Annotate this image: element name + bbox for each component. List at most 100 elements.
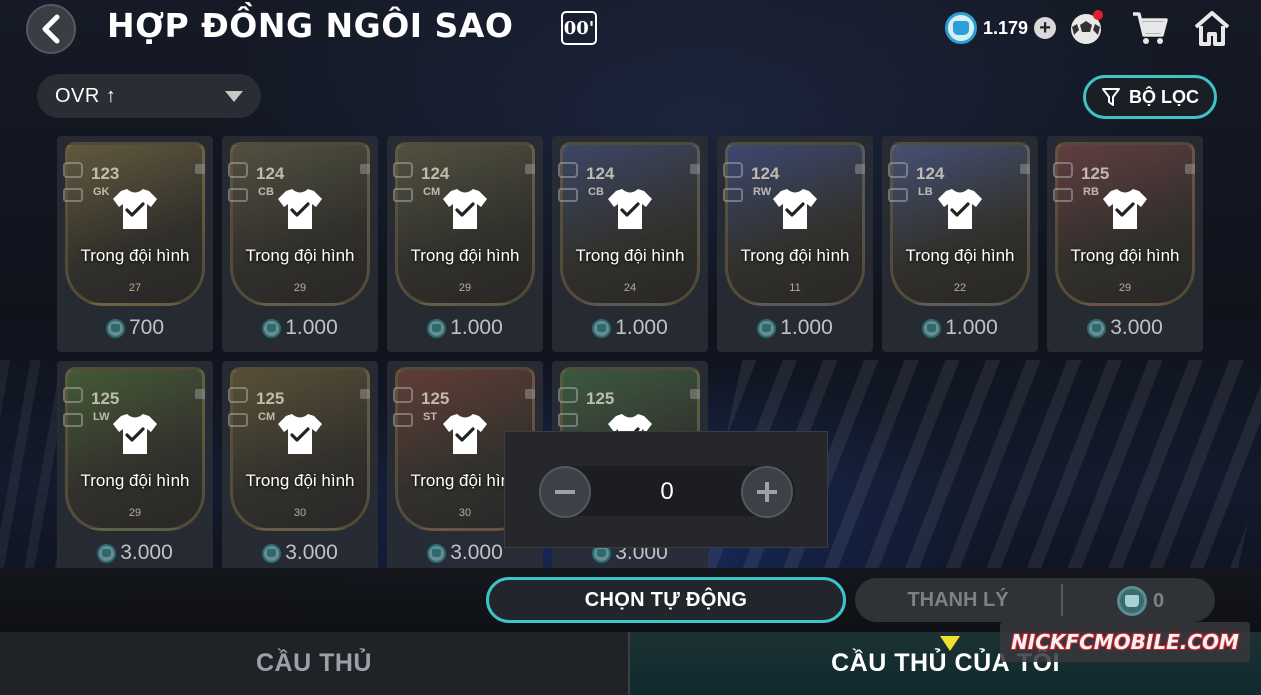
tab-players[interactable]: CẦU THỦ: [0, 632, 628, 695]
card-price-value: 3.000: [120, 541, 173, 564]
sell-button[interactable]: THANH LÝ 0: [855, 578, 1215, 622]
lock-icon: [1020, 164, 1030, 174]
player-rating: 125: [421, 389, 450, 408]
card-price-value: 3.000: [285, 541, 338, 564]
card-type-icon: [228, 162, 248, 178]
card-type-icon: [393, 162, 413, 178]
player-card[interactable]: 124 LB 22 Trong đội hình 1.000: [882, 136, 1038, 352]
card-price: 3.000: [222, 541, 378, 565]
club-badge-icon: [558, 413, 578, 427]
currency-display: 1.179 +: [945, 12, 1057, 44]
player-card[interactable]: 125 LW 29 Trong đội hình 3.000: [57, 361, 213, 577]
player-card[interactable]: 125 RB 29 Trong đội hình 3.000: [1047, 136, 1203, 352]
card-price: 3.000: [1047, 316, 1203, 340]
player-card[interactable]: 124 CB 24 Trong đội hình 1.000: [552, 136, 708, 352]
player-number: 11: [789, 282, 801, 294]
lock-icon: [1185, 164, 1195, 174]
card-price-value: 3.000: [1110, 316, 1163, 339]
card-price: 1.000: [387, 316, 543, 340]
club-badge-icon: [393, 188, 413, 202]
player-card[interactable]: 124 CM 29 Trong đội hình 1.000: [387, 136, 543, 352]
lock-icon: [525, 164, 535, 174]
player-rating: 125: [1081, 164, 1110, 183]
player-position: LB: [918, 186, 933, 198]
title-badge: 00': [561, 11, 597, 45]
sort-label: OVR ↑: [55, 84, 117, 107]
currency-coin-icon: [1117, 586, 1147, 616]
player-card[interactable]: 125 CM 30 Trong đội hình 3.000: [222, 361, 378, 577]
in-squad-shirt-icon: [607, 187, 653, 231]
player-rating: 124: [421, 164, 450, 183]
card-type-icon: [228, 387, 248, 403]
in-squad-shirt-icon: [1102, 187, 1148, 231]
card-type-icon: [63, 387, 83, 403]
currency-coin-icon: [945, 12, 977, 44]
card-price-value: 700: [128, 316, 165, 339]
card-price-value: 3.000: [450, 541, 503, 564]
home-icon[interactable]: [1192, 8, 1232, 48]
card-price-value: 1.000: [945, 316, 998, 339]
player-rating: 124: [586, 164, 615, 183]
filter-button[interactable]: BỘ LỌC: [1083, 75, 1217, 119]
player-position: CM: [423, 186, 441, 198]
in-squad-label: Trong đội hình: [245, 246, 355, 265]
club-badge-icon: [1053, 188, 1073, 202]
chevron-down-icon: [225, 91, 243, 102]
player-rating: 124: [751, 164, 780, 183]
player-position: CB: [258, 186, 274, 198]
watermark: NICKFCMOBILE.COM: [1000, 622, 1250, 662]
currency-coin-icon: [262, 543, 282, 563]
player-number: 30: [293, 507, 307, 519]
lock-icon: [525, 389, 535, 399]
player-rating: 125: [586, 389, 615, 408]
card-price: 1.000: [882, 316, 1038, 340]
card-price-value: 1.000: [780, 316, 833, 339]
in-squad-shirt-icon: [937, 187, 983, 231]
player-number: 24: [623, 282, 637, 294]
currency-coin-icon: [262, 318, 282, 338]
quantity-stepper-popup: 0: [504, 431, 828, 548]
card-type-icon: [723, 162, 743, 178]
card-price-value: 1.000: [285, 316, 338, 339]
card-price-value: 1.000: [615, 316, 668, 339]
club-badge-icon: [63, 188, 83, 202]
club-badge-icon: [558, 188, 578, 202]
player-number: 29: [128, 507, 142, 519]
back-button[interactable]: [26, 4, 76, 54]
in-squad-shirt-icon: [112, 187, 158, 231]
cart-icon[interactable]: [1130, 8, 1170, 48]
in-squad-shirt-icon: [772, 187, 818, 231]
card-type-icon: [1053, 162, 1073, 178]
ball-icon[interactable]: [1066, 8, 1106, 48]
player-rating: 125: [91, 389, 120, 408]
currency-amount: 1.179: [983, 17, 1029, 38]
chevron-left-icon: [42, 14, 60, 44]
add-currency-button[interactable]: +: [1034, 17, 1057, 39]
currency-coin-icon: [427, 543, 447, 563]
player-number: 29: [293, 282, 307, 294]
sell-value-amount: 0: [1153, 589, 1165, 612]
filter-icon: [1102, 88, 1120, 106]
background-stadium-lights-left: [0, 360, 60, 570]
lock-icon: [690, 164, 700, 174]
sort-dropdown[interactable]: OVR ↑: [37, 74, 261, 118]
card-type-icon: [63, 162, 83, 178]
card-type-icon: [558, 387, 578, 403]
in-squad-shirt-icon: [442, 412, 488, 456]
sell-label: THANH LÝ: [907, 589, 1009, 611]
lock-icon: [360, 164, 370, 174]
lock-icon: [360, 389, 370, 399]
card-price-value: 1.000: [450, 316, 503, 339]
player-position: CM: [258, 411, 276, 423]
player-card[interactable]: 123 GK 27 Trong đội hình 700: [57, 136, 213, 352]
auto-select-button[interactable]: CHỌN TỰ ĐỘNG: [486, 577, 846, 623]
in-squad-shirt-icon: [112, 412, 158, 456]
player-card[interactable]: 124 RW 11 Trong đội hình 1.000: [717, 136, 873, 352]
player-position: RB: [1083, 186, 1099, 198]
filter-label: BỘ LỌC: [1129, 86, 1199, 107]
player-card[interactable]: 124 CB 29 Trong đội hình 1.000: [222, 136, 378, 352]
club-badge-icon: [723, 188, 743, 202]
club-badge-icon: [393, 413, 413, 427]
currency-coin-icon: [427, 318, 447, 338]
currency-coin-icon: [757, 318, 777, 338]
